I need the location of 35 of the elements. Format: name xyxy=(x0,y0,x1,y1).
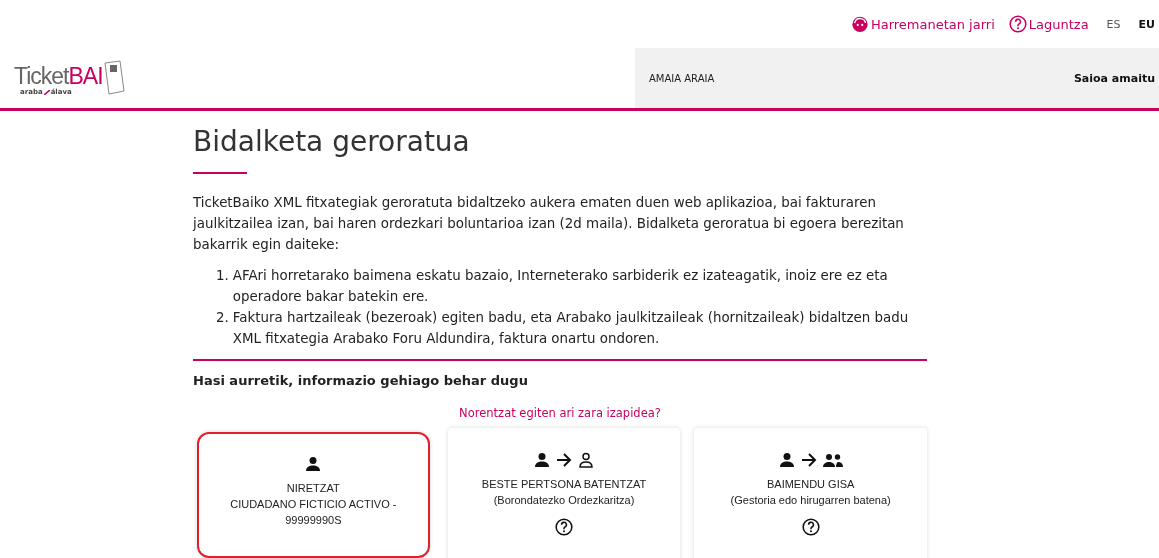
option-title: BESTE PERTSONA BATENTZAT xyxy=(481,477,647,492)
ticket-icon xyxy=(102,60,125,96)
list-item-text: AFAri horretarako baimena eskatu bazaio, Interneterako sarbiderik ez izateagatik, inoiz ere ez eta operadore bakar batekin ere. xyxy=(232,267,889,306)
group-icon xyxy=(822,452,843,468)
help-link[interactable]: Laguntza xyxy=(1008,15,1089,33)
accent-mark-icon xyxy=(43,89,50,95)
list-number: 1. xyxy=(216,267,229,285)
intro-paragraph: TicketBaiko XML fitxategiak geroratuta bidaltzeko aukera ematen duen web aplikazioa, bai fakturaren jaulkitzailea izan, bai haren ordezkari boluntarioa izan (2d maila). Bidalketa geroratua bi egoera berezitan bakarrik egin daiteke: xyxy=(193,194,905,254)
user-name: AMAIA ARAIA xyxy=(649,72,715,84)
section-heading: Hasi aurretik, informazio gehiago behar dugu xyxy=(193,373,529,388)
arrow-icon xyxy=(556,452,572,468)
contact-link[interactable]: Harremanetan jarri xyxy=(850,15,995,33)
person-icon xyxy=(778,452,795,468)
list-number: 2. xyxy=(216,309,229,327)
option-title: BAIMENDU GISA xyxy=(766,477,855,492)
language-option[interactable]: EU xyxy=(1138,17,1155,31)
option-subtitle: (Borondatezko Ordezkaritza) xyxy=(493,493,635,508)
face-icon xyxy=(850,15,869,33)
logout-link[interactable]: Saioa amaitu xyxy=(1073,71,1155,85)
person-icon xyxy=(305,456,322,472)
option-card[interactable]: NIRETZAT CIUDADANO FICTICIO ACTIVO - 99999990S xyxy=(197,432,430,558)
option-card[interactable]: BAIMENDU GISA (Gestoria edo hirugarren batena) xyxy=(694,428,927,558)
option-title: NIRETZAT xyxy=(286,481,340,496)
person-outline-icon xyxy=(578,452,594,468)
option-card[interactable]: BESTE PERTSONA BATENTZAT (Borondatezko Ordezkaritza) xyxy=(447,428,681,558)
person-icon xyxy=(534,452,550,468)
page-title: Bidalketa geroratua xyxy=(193,125,471,158)
arrow-icon xyxy=(800,452,817,468)
option-subtitle: (Gestoria edo hirugarren batena) xyxy=(730,493,891,508)
language-option[interactable]: ES xyxy=(1106,17,1121,31)
logo-text: TicketBAI xyxy=(14,65,103,88)
list-item-text: Faktura hartzaileak (bezeroak) egiten badu, eta Arabako jaulkitzaileak (hornitzaileak) bidaltzen badu XML fitxategia Arabako Foru Aldundira, faktura onartu ondoren. xyxy=(232,309,910,348)
help-icon xyxy=(1008,15,1027,33)
question-text: Norentzat egiten ari zara izapidea? xyxy=(458,406,662,420)
option-subtitle: CIUDADANO FICTICIO ACTIVO - 99999990S xyxy=(229,497,398,528)
